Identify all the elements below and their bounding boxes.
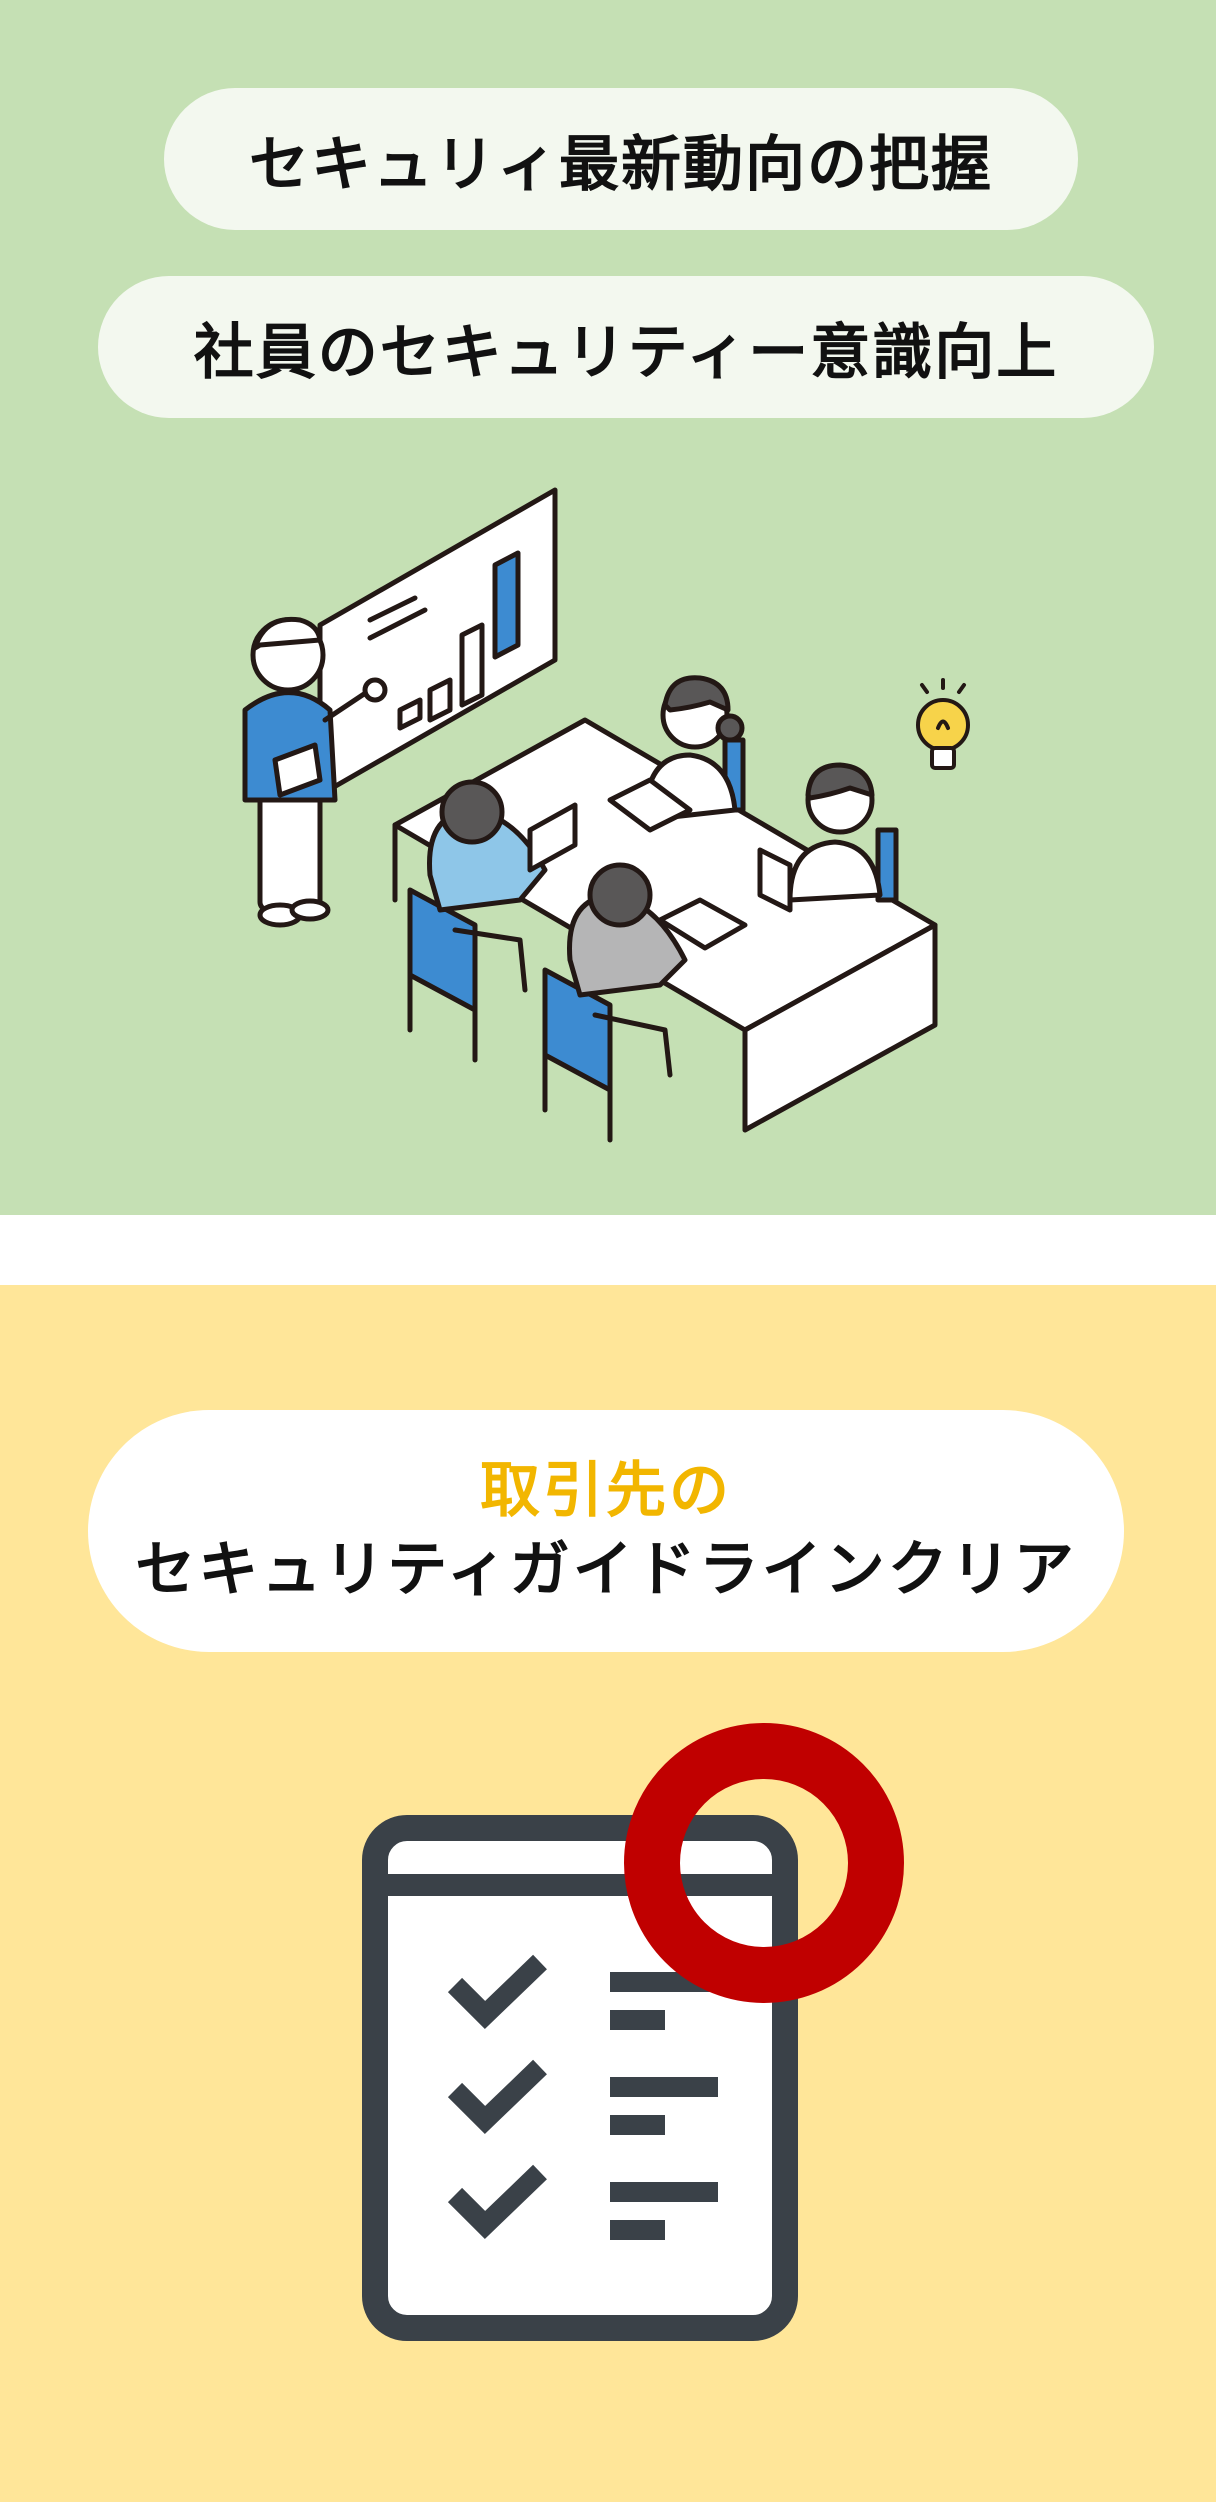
section-divider [0, 1215, 1216, 1285]
employee-awareness-pill: 社員のセキュリティー意識向上 [98, 276, 1154, 418]
guideline-heading-pill: 取引先の セキュリティガイドラインクリア [88, 1410, 1124, 1652]
meeting-presentation-illustration [242, 487, 970, 1143]
lightbulb-icon [916, 678, 970, 770]
checklist-icon [362, 1723, 904, 2341]
security-trends-pill: セキュリィ最新動向の把握 [164, 88, 1078, 230]
heading-line1: 取引先の [480, 1455, 732, 1526]
heading-line2: セキュリティガイドラインクリア [135, 1534, 1077, 1605]
